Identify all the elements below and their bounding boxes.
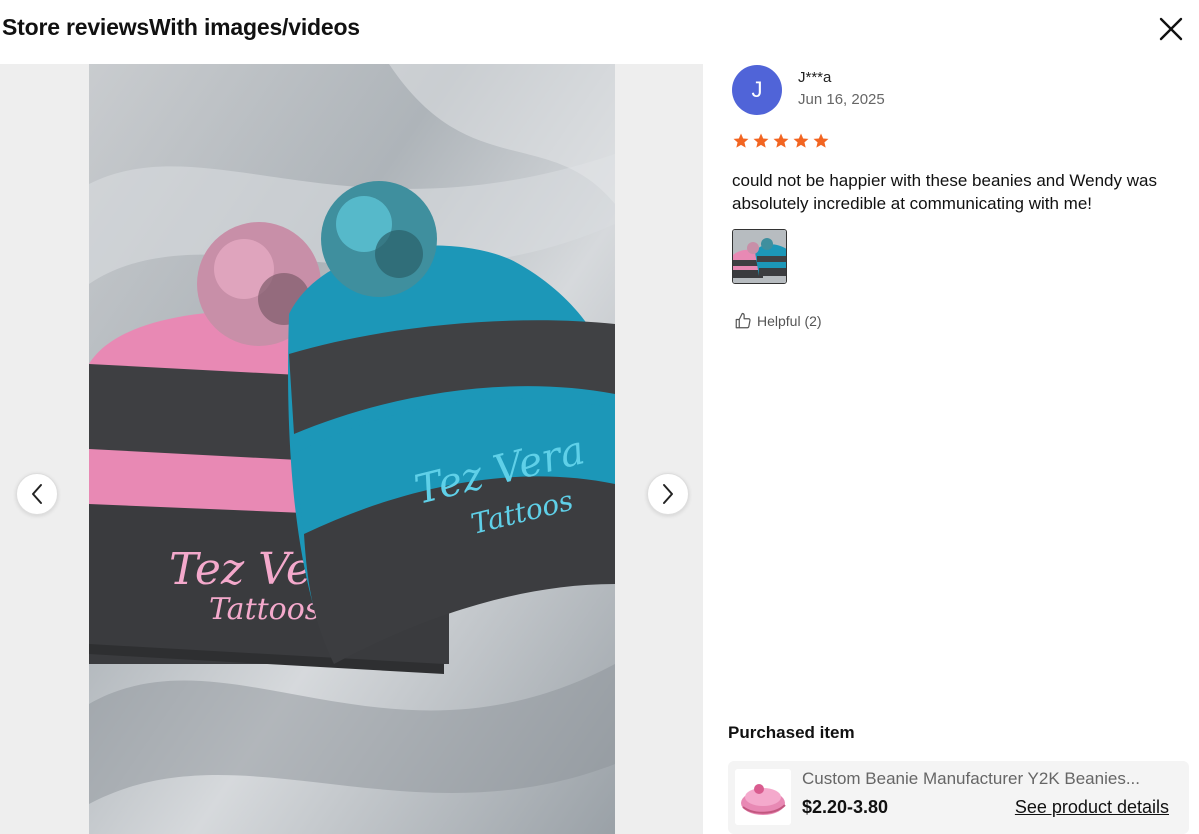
review-image-thumbnail[interactable] xyxy=(732,229,787,284)
purchased-item-heading: Purchased item xyxy=(728,723,855,742)
modal-header: Store reviewsWith images/videos xyxy=(0,0,1199,60)
previous-image-button[interactable] xyxy=(16,473,58,515)
chevron-left-icon xyxy=(32,484,42,504)
star-icon xyxy=(773,133,789,148)
media-viewer: Tez Vera Tattoos Tez Vera Tattoos xyxy=(0,64,703,834)
review-photo: Tez Vera Tattoos Tez Vera Tattoos xyxy=(89,64,615,834)
product-name: Custom Beanie Manufacturer Y2K Beanies..… xyxy=(802,769,1140,788)
star-icon xyxy=(733,133,749,148)
star-icon xyxy=(753,133,769,148)
close-icon xyxy=(1159,17,1183,41)
purchased-product-card[interactable]: Custom Beanie Manufacturer Y2K Beanies..… xyxy=(728,761,1189,834)
next-image-button[interactable] xyxy=(647,473,689,515)
avatar: J xyxy=(732,65,782,115)
star-icon xyxy=(813,133,829,148)
see-product-details-link[interactable]: See product details xyxy=(1015,797,1169,818)
chevron-right-icon xyxy=(663,484,673,504)
close-button[interactable] xyxy=(1156,14,1186,44)
product-thumbnail xyxy=(735,769,791,825)
review-date: Jun 16, 2025 xyxy=(798,91,885,108)
helpful-button[interactable]: Helpful (2) xyxy=(734,312,822,330)
page-title: Store reviewsWith images/videos xyxy=(2,14,360,40)
review-text: could not be happier with these beanies … xyxy=(732,171,1157,213)
helpful-label: Helpful (2) xyxy=(757,313,822,329)
product-price: $2.20-3.80 xyxy=(802,797,889,817)
svg-text:Tattoos: Tattoos xyxy=(209,592,320,627)
thumbs-up-icon xyxy=(735,312,751,329)
star-rating xyxy=(732,132,830,150)
reviewer-name: J***a xyxy=(798,69,832,86)
star-icon xyxy=(793,133,809,148)
